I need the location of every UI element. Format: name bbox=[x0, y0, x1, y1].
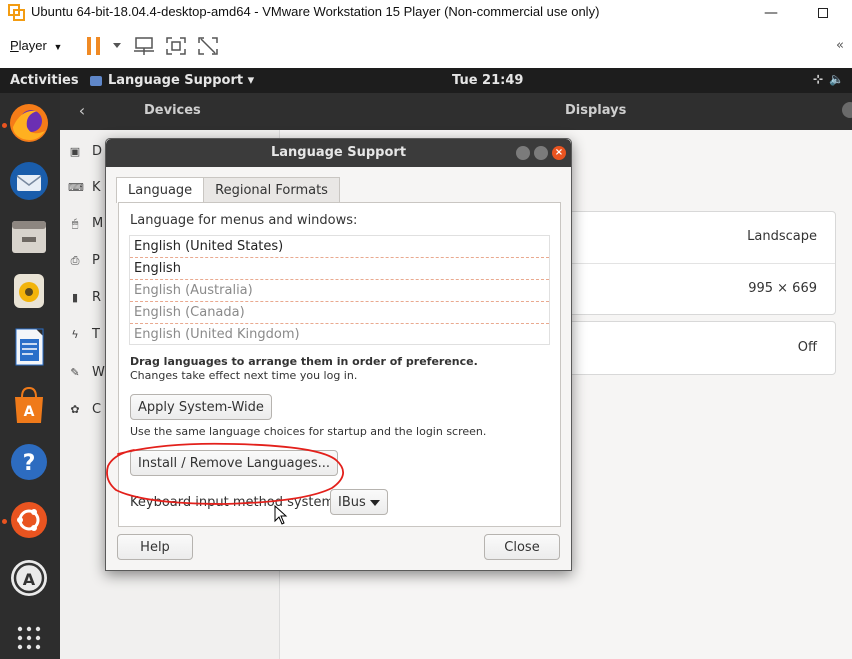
sidebar-item-label: W bbox=[92, 364, 105, 380]
sidebar-item-label: P bbox=[92, 252, 100, 268]
list-item[interactable]: English (United States) bbox=[130, 236, 549, 258]
app-menu[interactable]: Language Support ▾ bbox=[90, 73, 254, 88]
list-item[interactable]: English (Canada) bbox=[130, 302, 549, 324]
language-tab-panel: Language for menus and windows: English … bbox=[118, 202, 561, 527]
keyboard-icon: ⌨ bbox=[68, 181, 84, 194]
thunderbird-icon[interactable] bbox=[7, 159, 51, 203]
show-applications-icon[interactable] bbox=[7, 613, 51, 657]
apply-system-wide-button[interactable]: Apply System-Wide bbox=[130, 394, 272, 420]
list-item[interactable]: English (Australia) bbox=[130, 280, 549, 302]
help-icon[interactable]: ? bbox=[7, 440, 51, 484]
svg-text:A: A bbox=[24, 404, 35, 420]
chevron-down-icon: ▼ bbox=[53, 42, 63, 52]
gnome-top-bar: Activities Language Support ▾ Tue 21:49 … bbox=[0, 68, 852, 93]
mouse-cursor-icon bbox=[274, 505, 288, 525]
firefox-icon[interactable] bbox=[7, 101, 51, 145]
removable-media-icon: ▮ bbox=[71, 291, 79, 304]
close-icon[interactable]: × bbox=[552, 146, 566, 160]
close-button[interactable]: Close bbox=[484, 534, 560, 560]
install-remove-languages-button[interactable]: Install / Remove Languages... bbox=[130, 450, 338, 476]
effect-hint: Changes take effect next time you log in… bbox=[130, 369, 358, 382]
app-menu-label: Language Support ▾ bbox=[108, 73, 255, 88]
sidebar-item-label: D bbox=[92, 143, 103, 159]
svg-text:A: A bbox=[23, 570, 36, 589]
svg-text:?: ? bbox=[23, 451, 36, 476]
minimize-icon: — bbox=[764, 5, 778, 21]
help-button[interactable]: Help bbox=[117, 534, 193, 560]
resolution-value: 995 × 669 bbox=[748, 281, 817, 296]
pause-icon[interactable] bbox=[86, 36, 102, 56]
list-item[interactable]: English bbox=[130, 258, 549, 280]
display-icon: ▣ bbox=[69, 145, 81, 158]
software-updater-icon[interactable]: A bbox=[7, 556, 51, 600]
input-method-value: IBus bbox=[338, 494, 366, 510]
sidebar-item-label: M bbox=[92, 215, 104, 231]
network-icon: ⊹ bbox=[812, 72, 824, 86]
activities-button[interactable]: Activities bbox=[10, 73, 79, 88]
mouse-icon: 🖱 bbox=[71, 217, 79, 230]
toolbar-overflow-icon[interactable]: « bbox=[836, 38, 844, 53]
drag-hint: Drag languages to arrange them in order … bbox=[130, 355, 478, 368]
language-support-dialog: Language Support × Language Regional For… bbox=[105, 138, 572, 571]
displays-header-title: Displays bbox=[565, 103, 627, 118]
thunderbolt-icon: ϟ bbox=[71, 328, 79, 341]
chevron-down-icon bbox=[370, 500, 380, 506]
printer-icon: ⎙ bbox=[70, 254, 80, 267]
files-icon[interactable] bbox=[7, 215, 51, 259]
window-title: Ubuntu 64-bit-18.04.4-desktop-amd64 - VM… bbox=[31, 4, 600, 19]
language-support-dock-icon[interactable] bbox=[7, 498, 51, 542]
tab-regional-formats[interactable]: Regional Formats bbox=[203, 177, 340, 203]
unity-mode-icon[interactable] bbox=[197, 36, 219, 56]
maximize-icon bbox=[818, 8, 828, 18]
volume-icon: 🔈 bbox=[829, 72, 844, 86]
vmware-toolbar: Player ▼ « bbox=[0, 26, 852, 68]
language-list: English (United States) English English … bbox=[129, 235, 550, 345]
color-icon: ✿ bbox=[70, 403, 80, 416]
player-menu[interactable]: Player ▼ bbox=[10, 38, 62, 53]
orientation-value: Landscape bbox=[747, 229, 817, 244]
dialog-tabs: Language Regional Formats bbox=[116, 177, 340, 203]
settings-header: ‹ Devices Displays bbox=[60, 93, 852, 130]
ubuntu-software-icon[interactable]: A bbox=[7, 383, 51, 427]
system-tray[interactable]: ⊹ 🔈 bbox=[813, 72, 844, 86]
rhythmbox-icon[interactable] bbox=[7, 269, 51, 313]
back-button[interactable]: ‹ bbox=[70, 99, 94, 123]
pause-dropdown-icon[interactable] bbox=[113, 43, 121, 48]
libreoffice-writer-icon[interactable] bbox=[7, 325, 51, 369]
apply-hint: Use the same language choices for startu… bbox=[130, 425, 487, 438]
language-list-heading: Language for menus and windows: bbox=[130, 213, 358, 228]
input-method-select[interactable]: IBus bbox=[330, 489, 388, 515]
minimize-icon[interactable] bbox=[516, 146, 530, 160]
wacom-icon: ✎ bbox=[70, 366, 80, 379]
maximize-button[interactable] bbox=[800, 0, 846, 26]
list-item[interactable]: English (United Kingdom) bbox=[130, 324, 549, 346]
dialog-title: Language Support bbox=[270, 145, 407, 160]
sidebar-item-label: K bbox=[92, 179, 101, 195]
devices-header-title: Devices bbox=[144, 103, 201, 118]
maximize-icon[interactable] bbox=[534, 146, 548, 160]
sidebar-item-label: T bbox=[92, 326, 100, 342]
sidebar-item-label: C bbox=[92, 401, 102, 417]
settings-close-icon[interactable] bbox=[842, 102, 852, 118]
dialog-titlebar: Language Support × bbox=[106, 139, 571, 167]
clock[interactable]: Tue 21:49 bbox=[452, 73, 523, 88]
vmware-logo-icon bbox=[8, 4, 25, 21]
chevron-left-icon: ‹ bbox=[78, 101, 86, 120]
vmware-titlebar: Ubuntu 64-bit-18.04.4-desktop-amd64 - VM… bbox=[0, 0, 852, 26]
input-method-label: Keyboard input method system: bbox=[130, 495, 339, 510]
language-support-icon bbox=[90, 75, 102, 86]
send-ctrl-alt-del-icon[interactable] bbox=[133, 36, 155, 56]
fullscreen-icon[interactable] bbox=[165, 36, 187, 56]
tab-language[interactable]: Language bbox=[116, 177, 205, 203]
night-light-value: Off bbox=[797, 340, 817, 355]
sidebar-item-label: R bbox=[92, 289, 102, 305]
minimize-button[interactable]: — bbox=[748, 0, 794, 26]
dock: A ? A bbox=[0, 93, 60, 659]
